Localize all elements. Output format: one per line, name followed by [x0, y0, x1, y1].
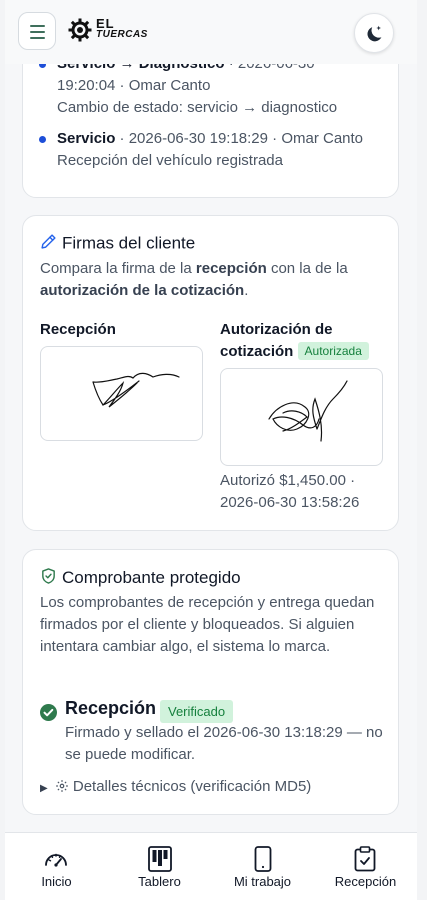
timeline-dot: [39, 136, 46, 143]
authorized-badge: Autorizada: [297, 342, 369, 360]
quote-label-line1: Autorización de: [220, 321, 333, 338]
signatures-title: Firmas del cliente: [40, 233, 195, 255]
protected-receipt-card: Comprobante protegido Los comprobantes d…: [22, 549, 399, 815]
shield-check-icon: [40, 567, 57, 590]
logo[interactable]: EL TUERCAS: [96, 17, 148, 40]
signatures-card: Firmas del cliente Compara la firma de l…: [22, 215, 399, 531]
protected-title: Comprobante protegido: [40, 567, 241, 590]
history-entry-meta: · 2026-06-30 19:18:29 · Omar Canto: [115, 130, 364, 147]
moon-icon: [367, 25, 382, 42]
authorization-meta: Autorizó $1,450.00 · 2026-06-30 13:58:26: [220, 470, 359, 514]
technical-details-toggle[interactable]: ▶ Detalles técnicos (verificación MD5): [40, 778, 311, 797]
reception-signature-box[interactable]: [40, 346, 203, 441]
nav-label: Recepción: [334, 874, 397, 889]
quote-signature-box[interactable]: [220, 368, 383, 466]
nav-label: Tablero: [138, 874, 181, 889]
pen-icon: [40, 233, 57, 255]
history-entry-time-user: 19:20:04 · Omar Canto: [57, 77, 211, 94]
desc-text: con la de la: [266, 260, 348, 277]
signatures-description: Compara la firma de la recepción con la …: [40, 258, 380, 302]
history-entry-title: Servicio: [57, 130, 116, 147]
verified-badge: Verificado: [160, 700, 234, 723]
nav-item-mi-trabajo[interactable]: Mi trabajo: [211, 833, 314, 900]
check-circle-icon: [40, 704, 57, 721]
authorized-date: 2026-06-30 13:58:26: [220, 494, 360, 511]
theme-toggle-button[interactable]: [354, 13, 394, 53]
app-frame: Servicio → Diagnostico · 2026-06-30 19:2…: [5, 0, 417, 900]
nav-label: Inicio: [41, 874, 72, 889]
reception-signature-label: Recepción: [40, 321, 116, 338]
nav-label: Mi trabajo: [233, 874, 292, 889]
desc-bold-quote-authorization: autorización de la cotización: [40, 282, 245, 299]
kanban-board-icon: [148, 846, 172, 872]
bottom-navigation: Inicio Tablero Mi trabajo Recepción: [5, 832, 417, 900]
logo-line2: TUERCAS: [96, 29, 148, 40]
top-header: EL TUERCAS: [5, 0, 417, 64]
quote-label-line2: cotización: [220, 343, 294, 360]
history-entry: Servicio · 2026-06-30 19:18:29 · Omar Ca…: [39, 128, 379, 172]
history-entry-note: Recepción del vehículo registrada: [57, 152, 283, 169]
desc-bold-reception: recepción: [195, 260, 267, 277]
reception-signature-image: [92, 372, 180, 408]
disclosure-triangle-icon: ▶: [40, 783, 48, 794]
history-entry-note: Cambio de estado: servicio → diagnostico: [57, 99, 338, 116]
speedometer-icon: [45, 853, 67, 867]
gear-logo-icon: [68, 18, 92, 42]
gear-icon: [55, 779, 69, 797]
nav-item-tablero[interactable]: Tablero: [108, 833, 211, 900]
quote-signature-image: [268, 380, 348, 442]
hamburger-icon: [30, 25, 45, 27]
nav-item-inicio[interactable]: Inicio: [5, 833, 108, 900]
verification-title: Recepción: [65, 698, 157, 718]
nav-item-recepcion[interactable]: Recepción: [314, 833, 417, 900]
protected-title-text: Comprobante protegido: [62, 567, 241, 587]
quote-signature-label: Autorización de cotización Autorizada: [220, 319, 369, 363]
desc-text: .: [244, 282, 249, 299]
desc-text: Compara la firma de la: [40, 260, 196, 277]
smartphone-icon: [254, 846, 272, 872]
verification-description: Firmado y sellado el 2026-06-30 13:18:29…: [65, 724, 383, 763]
technical-details-label: Detalles técnicos (verificación MD5): [72, 778, 312, 795]
clipboard-check-icon: [354, 846, 376, 872]
signatures-title-text: Firmas del cliente: [62, 233, 196, 253]
authorized-amount: Autorizó $1,450.00 ·: [220, 472, 356, 489]
menu-button[interactable]: [18, 12, 56, 50]
protected-description: Los comprobantes de recepción y entrega …: [40, 594, 375, 655]
